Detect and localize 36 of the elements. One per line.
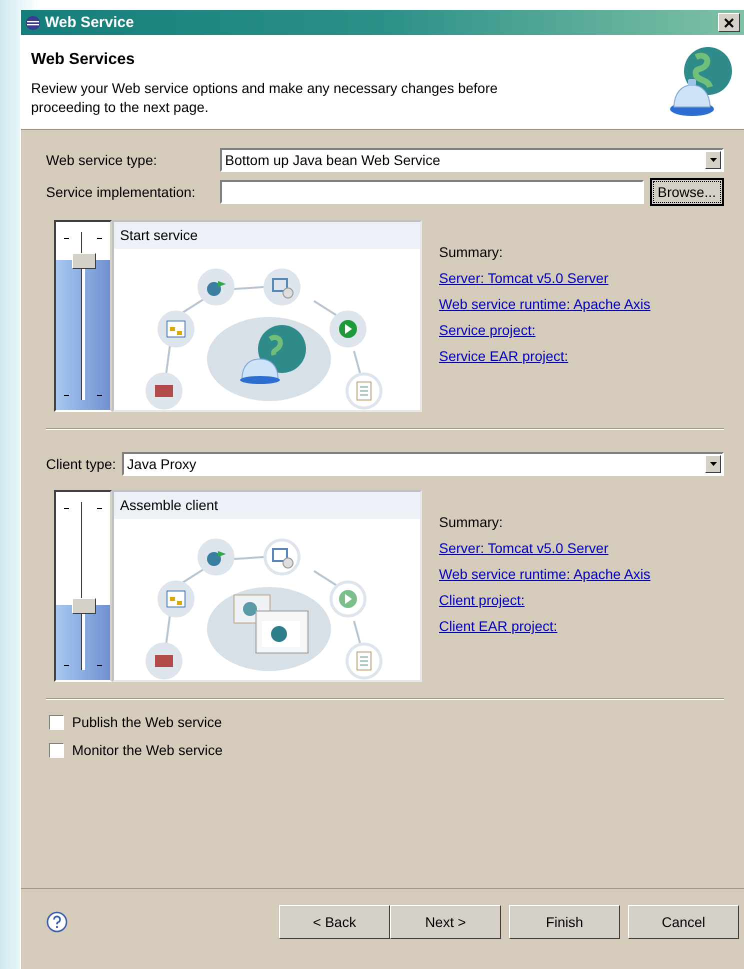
dialog-button[interactable]: Next > xyxy=(390,905,501,939)
summary-link[interactable]: Service project: xyxy=(439,322,650,338)
slider-thumb[interactable] xyxy=(72,252,96,269)
close-button[interactable] xyxy=(718,13,740,32)
field-label: Web service type: xyxy=(46,152,158,168)
field-label: Service implementation: xyxy=(46,184,196,200)
dialog-button[interactable]: Finish xyxy=(509,905,620,939)
summary-link[interactable]: Client EAR project: xyxy=(439,618,650,634)
field-label: Client type: xyxy=(46,456,116,472)
stage-title: Start service xyxy=(114,222,420,249)
implementation-field[interactable] xyxy=(220,180,644,204)
summary-link[interactable]: Client project: xyxy=(439,592,650,608)
slider-thumb[interactable] xyxy=(72,598,96,614)
summary-link[interactable]: Server: Tomcat v5.0 Server xyxy=(439,270,650,286)
summary-label: Summary: xyxy=(439,514,504,530)
option-checkbox[interactable]: Monitor the Web service xyxy=(49,742,223,758)
type-dropdown[interactable]: Bottom up Java bean Web Service xyxy=(220,148,724,172)
stage-slider[interactable] xyxy=(54,220,112,412)
stage-title: Assemble client xyxy=(114,492,420,519)
eclipse-logo-icon xyxy=(25,14,41,30)
dialog-button[interactable]: Cancel xyxy=(628,905,739,939)
type-dropdown[interactable]: Java Proxy xyxy=(122,452,724,476)
help-icon[interactable] xyxy=(46,911,68,933)
option-checkbox[interactable]: Publish the Web service xyxy=(49,714,222,730)
summary-link[interactable]: Service EAR project: xyxy=(439,348,650,364)
close-icon[interactable] xyxy=(724,18,734,28)
summary-link[interactable]: Web service runtime: Apache Axis xyxy=(439,296,650,312)
page-title: Web Services xyxy=(31,51,136,69)
summary-label: Summary: xyxy=(439,244,504,260)
page-description: Review your Web service options and make any necessary changes before proceeding to the next page. xyxy=(31,79,499,117)
summary-link[interactable]: Server: Tomcat v5.0 Server xyxy=(439,540,650,556)
browse-button[interactable]: Browse... xyxy=(650,178,724,206)
summary-link[interactable]: Web service runtime: Apache Axis xyxy=(439,566,650,582)
stage-slider[interactable] xyxy=(54,490,112,682)
window-title: Web Service xyxy=(45,14,135,31)
dialog-button[interactable]: < Back xyxy=(279,905,390,939)
